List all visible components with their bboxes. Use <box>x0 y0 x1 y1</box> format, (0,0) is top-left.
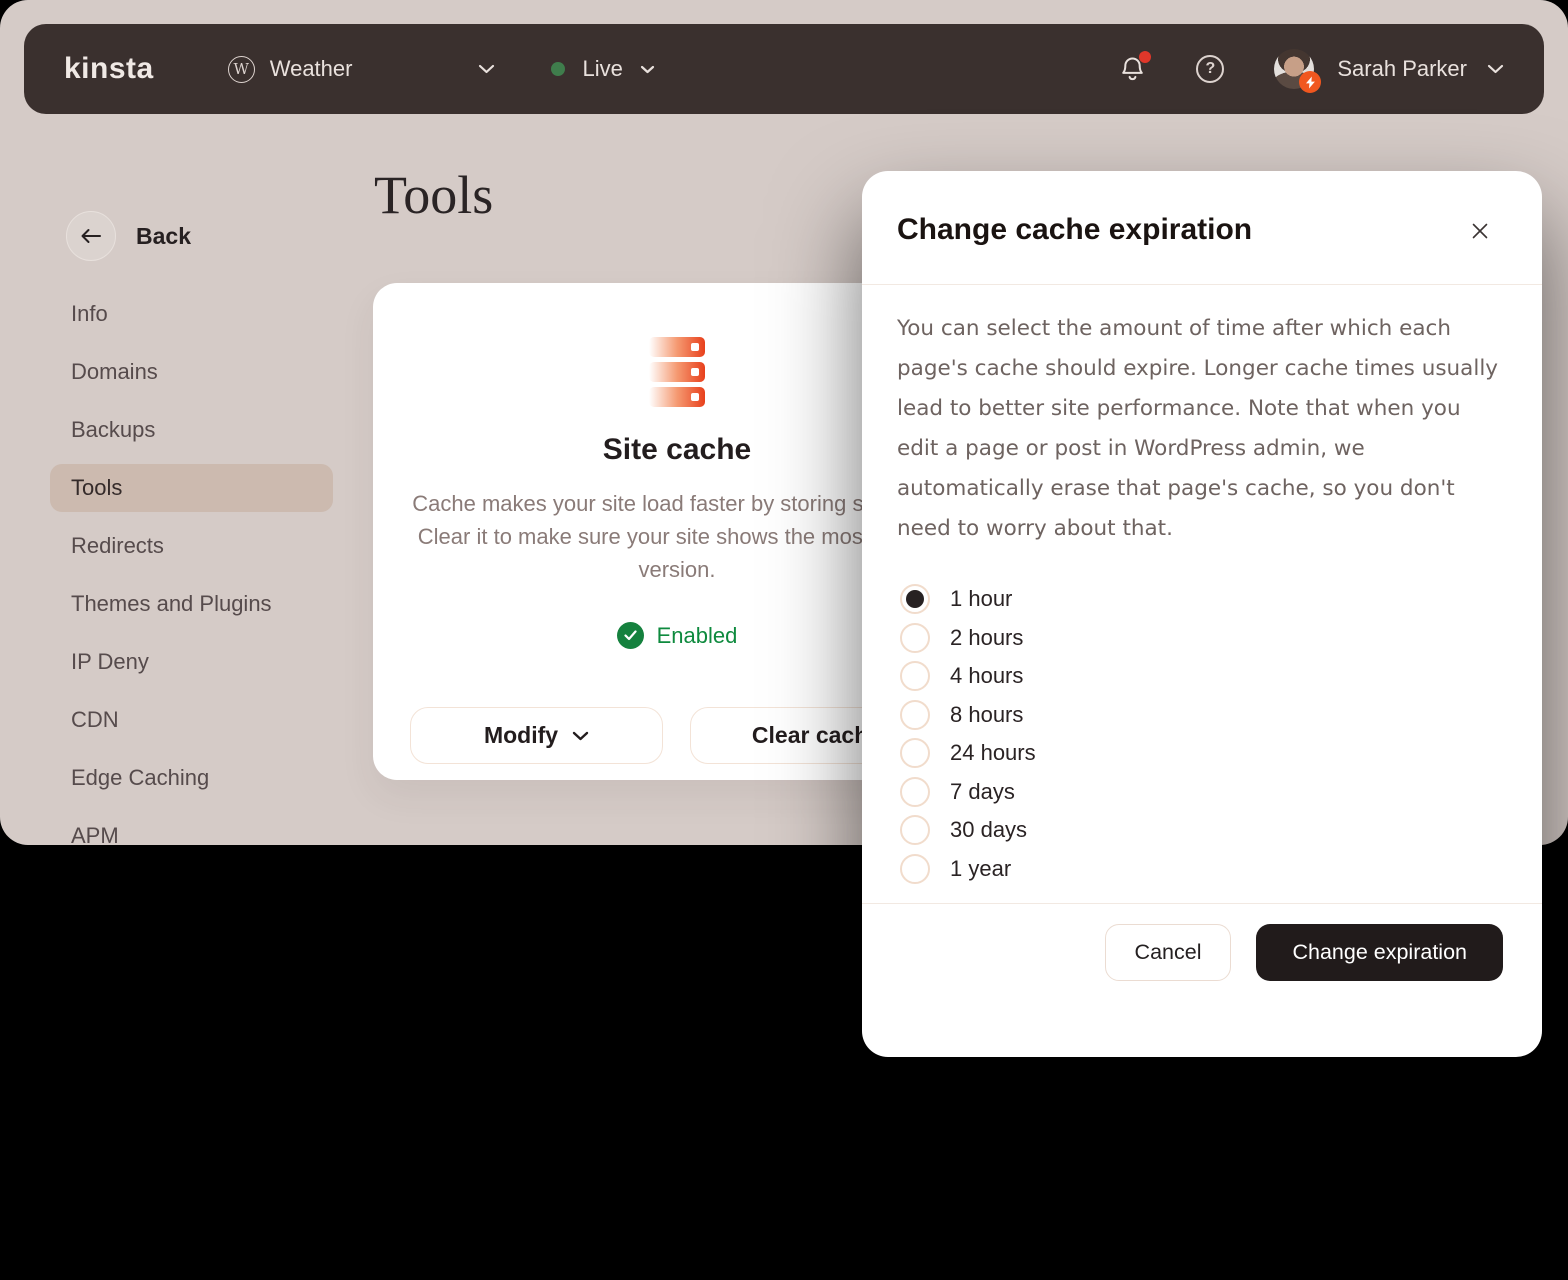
radio-button[interactable] <box>900 584 930 614</box>
environment-selector[interactable]: Live <box>551 56 654 82</box>
chevron-down-icon[interactable] <box>1487 64 1504 74</box>
sidebar-item-backups[interactable]: Backups <box>50 406 333 454</box>
radio-option-4-hours[interactable]: 4 hours <box>900 657 1036 696</box>
chevron-down-icon <box>572 731 589 741</box>
page-title: Tools <box>374 164 493 226</box>
user-name[interactable]: Sarah Parker <box>1337 56 1467 82</box>
radio-button[interactable] <box>900 623 930 653</box>
sidebar-menu: Info Domains Backups Tools Redirects The… <box>50 290 333 845</box>
kinsta-logo[interactable]: kinsta <box>64 52 154 86</box>
radio-button[interactable] <box>900 661 930 691</box>
modify-button[interactable]: Modify <box>410 707 663 764</box>
live-status-dot <box>551 62 565 76</box>
radio-label: 8 hours <box>950 702 1023 728</box>
modal-description: You can select the amount of time after … <box>897 309 1503 549</box>
top-navbar: kinsta W Weather Live ? <box>24 24 1544 114</box>
change-cache-expiration-modal: Change cache expiration You can select t… <box>862 171 1542 1057</box>
modify-label: Modify <box>484 722 558 749</box>
radio-label: 24 hours <box>950 740 1036 766</box>
radio-label: 30 days <box>950 817 1027 843</box>
lightning-badge-icon <box>1299 71 1321 93</box>
radio-button[interactable] <box>900 815 930 845</box>
chevron-down-icon <box>640 65 655 74</box>
chevron-down-icon[interactable] <box>478 64 495 74</box>
sidebar-item-redirects[interactable]: Redirects <box>50 522 333 570</box>
environment-label: Live <box>582 56 622 82</box>
radio-option-1-year[interactable]: 1 year <box>900 850 1036 889</box>
radio-option-2-hours[interactable]: 2 hours <box>900 619 1036 658</box>
radio-button[interactable] <box>900 738 930 768</box>
radio-option-1-hour[interactable]: 1 hour <box>900 580 1036 619</box>
radio-label: 7 days <box>950 779 1015 805</box>
status-badge: Enabled <box>657 623 738 649</box>
radio-label: 1 year <box>950 856 1011 882</box>
site-selector-label: Weather <box>270 56 353 82</box>
radio-button[interactable] <box>900 700 930 730</box>
topbar-right-group: ? Sarah Parker <box>1119 49 1504 89</box>
sidebar-item-cdn[interactable]: CDN <box>50 696 333 744</box>
wordpress-icon: W <box>228 56 255 83</box>
modal-header: Change cache expiration <box>862 171 1542 285</box>
radio-button[interactable] <box>900 854 930 884</box>
radio-label: 1 hour <box>950 586 1012 612</box>
radio-option-30-days[interactable]: 30 days <box>900 811 1036 850</box>
notifications-button[interactable] <box>1119 55 1146 83</box>
check-circle-icon <box>617 622 644 649</box>
modal-title: Change cache expiration <box>897 213 1252 247</box>
change-expiration-button[interactable]: Change expiration <box>1256 924 1503 981</box>
help-icon[interactable]: ? <box>1196 55 1224 83</box>
radio-option-7-days[interactable]: 7 days <box>900 773 1036 812</box>
arrow-left-icon[interactable] <box>66 211 116 261</box>
back-button[interactable]: Back <box>66 211 191 261</box>
modal-footer: Cancel Change expiration <box>862 903 1542 981</box>
sidebar-item-info[interactable]: Info <box>50 290 333 338</box>
user-avatar[interactable] <box>1274 49 1314 89</box>
sidebar-item-edge-caching[interactable]: Edge Caching <box>50 754 333 802</box>
radio-option-24-hours[interactable]: 24 hours <box>900 734 1036 773</box>
site-selector[interactable]: W Weather <box>228 56 353 83</box>
radio-label: 2 hours <box>950 625 1023 651</box>
sidebar-item-domains[interactable]: Domains <box>50 348 333 396</box>
radio-button[interactable] <box>900 777 930 807</box>
sidebar-item-tools[interactable]: Tools <box>50 464 333 512</box>
radio-option-8-hours[interactable]: 8 hours <box>900 696 1036 735</box>
notification-dot <box>1139 51 1151 63</box>
sidebar-item-themes-and-plugins[interactable]: Themes and Plugins <box>50 580 333 628</box>
radio-label: 4 hours <box>950 663 1023 689</box>
back-label: Back <box>136 223 191 250</box>
sidebar-item-apm[interactable]: APM <box>50 812 333 845</box>
close-icon[interactable] <box>1464 215 1496 247</box>
cancel-button[interactable]: Cancel <box>1105 924 1232 981</box>
server-stack-icon <box>649 337 705 407</box>
expiration-options-list: 1 hour 2 hours 4 hours 8 hours 24 hours … <box>900 580 1036 888</box>
sidebar-item-ip-deny[interactable]: IP Deny <box>50 638 333 686</box>
